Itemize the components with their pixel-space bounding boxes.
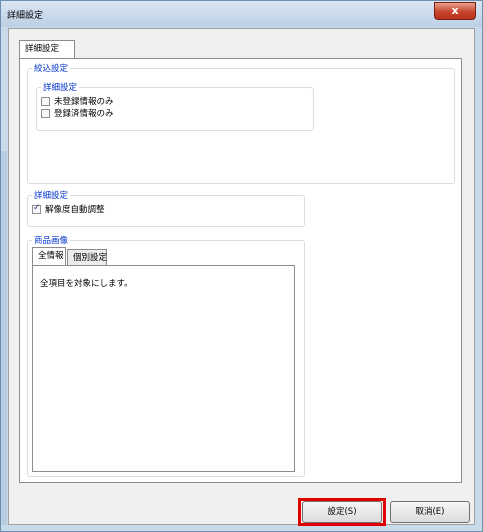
product-image-group: 商品画像 全情報 個別設定 全項目を対象にします。 <box>27 234 305 477</box>
filter-detail-group: 詳細設定 未登録情報のみ 登録済情報のみ <box>36 81 314 131</box>
highlight-box <box>298 498 386 526</box>
tab-all-info-label: 全情報 <box>38 251 64 261</box>
window-title: 詳細設定 <box>7 11 44 21</box>
auto-resolution-label: 解像度自動調整 <box>45 205 105 215</box>
tab-detail-settings[interactable]: 詳細設定 <box>19 40 75 58</box>
product-image-tab-page: 全項目を対象にします。 <box>32 265 295 472</box>
auto-resolution-option[interactable]: 解像度自動調整 <box>32 203 105 216</box>
tab-all-info[interactable]: 全情報 <box>32 247 66 265</box>
dialog-window: 詳細設定 x 詳細設定 絞込設定 詳細設定 未登録情報のみ 登録済情報のみ 詳細… <box>0 0 483 532</box>
apply-all-message: 全項目を対象にします。 <box>40 279 133 289</box>
unregistered-only-checkbox[interactable] <box>41 97 50 106</box>
detail-settings-label: 詳細設定 <box>32 189 71 201</box>
filter-settings-group: 絞込設定 詳細設定 未登録情報のみ 登録済情報のみ <box>27 62 455 184</box>
unregistered-only-label: 未登録情報のみ <box>54 97 114 107</box>
window-frame-accent <box>1 151 7 525</box>
registered-only-checkbox[interactable] <box>41 109 50 118</box>
tab-individual-settings[interactable]: 個別設定 <box>67 249 107 265</box>
detail-settings-group: 詳細設定 解像度自動調整 <box>27 189 305 227</box>
filter-detail-label: 詳細設定 <box>41 81 80 93</box>
auto-resolution-checkbox[interactable] <box>32 203 41 214</box>
cancel-button[interactable]: 取消(E) <box>390 501 470 523</box>
unregistered-only-option[interactable]: 未登録情報のみ <box>41 97 114 108</box>
product-image-label: 商品画像 <box>32 234 71 246</box>
registered-only-option[interactable]: 登録済情報のみ <box>41 109 114 120</box>
tab-individual-settings-label: 個別設定 <box>73 253 108 263</box>
close-icon[interactable]: x <box>434 2 476 20</box>
tab-page-detail-settings: 絞込設定 詳細設定 未登録情報のみ 登録済情報のみ 詳細設定 解像度自動調整 <box>19 58 462 483</box>
tab-label: 詳細設定 <box>25 44 60 54</box>
filter-settings-label: 絞込設定 <box>32 62 71 74</box>
registered-only-label: 登録済情報のみ <box>54 109 114 119</box>
title-bar[interactable]: 詳細設定 x <box>1 1 482 27</box>
dialog-client-area: 詳細設定 絞込設定 詳細設定 未登録情報のみ 登録済情報のみ 詳細設定 ✓解像度… <box>8 28 475 526</box>
